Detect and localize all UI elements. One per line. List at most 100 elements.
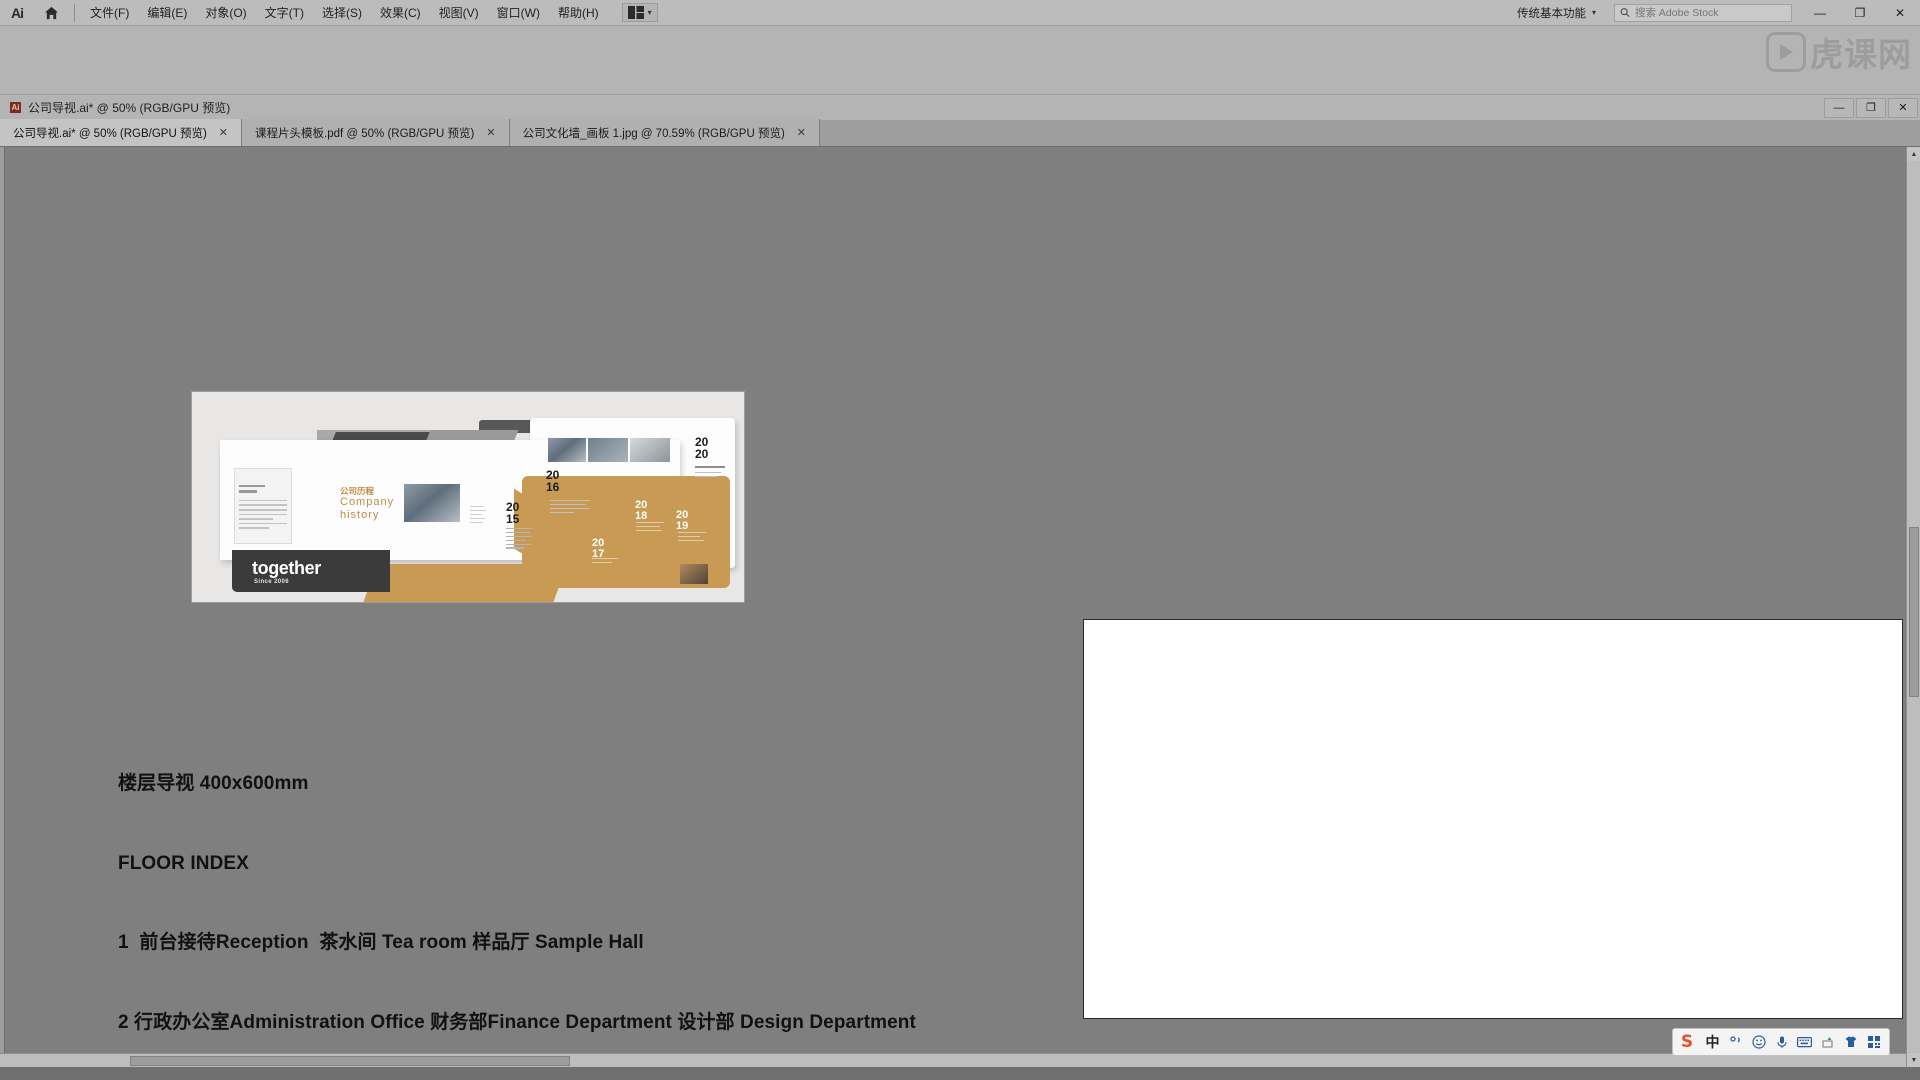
ime-language-mode-toggle[interactable]: 中: [1701, 1029, 1724, 1055]
menu-edit[interactable]: 编辑(E): [138, 2, 196, 24]
menu-type[interactable]: 文字(T): [256, 2, 313, 24]
skin-icon[interactable]: [1839, 1029, 1862, 1055]
artwork-intro-lines: [239, 485, 287, 532]
document-tab-strip: 公司导视.ai* @ 50% (RGB/GPU 预览) ✕ 课程片头模板.pdf…: [0, 119, 1920, 147]
document-restore-button[interactable]: ❐: [1856, 97, 1886, 118]
menu-list: 文件(F) 编辑(E) 对象(O) 文字(T) 选择(S) 效果(C) 视图(V…: [81, 2, 608, 24]
document-tab-gongsidaoshi[interactable]: 公司导视.ai* @ 50% (RGB/GPU 预览) ✕: [0, 119, 243, 146]
artwork-line: [506, 528, 532, 530]
toolbox-icon[interactable]: [1862, 1029, 1885, 1055]
adobe-stock-search[interactable]: [1614, 3, 1792, 22]
document-minimize-button[interactable]: —: [1824, 97, 1854, 118]
document-canvas[interactable]: 公司历程 Company history 20 15 20 16 20 20 2…: [0, 147, 1920, 1067]
text-block-floor-index: 楼层导视 400x600mm FLOOR INDEX 1 前台接待Recepti…: [118, 718, 916, 1067]
sogou-ime-toolbar[interactable]: S 中: [1672, 1028, 1890, 1056]
artwork-tick: [470, 521, 483, 523]
placed-artwork-company-culture-wall[interactable]: 公司历程 Company history 20 15 20 16 20 20 2…: [191, 391, 745, 603]
artwork-line: [678, 539, 704, 542]
app-minimize-button[interactable]: —: [1800, 0, 1840, 26]
emoji-icon[interactable]: [1747, 1029, 1770, 1055]
document-window-title-bar: Ai 公司导视.ai* @ 50% (RGB/GPU 预览) — ❐ ✕: [0, 94, 1920, 120]
document-close-button[interactable]: ✕: [1888, 97, 1918, 118]
app-window-controls: — ❐ ✕: [1800, 0, 1920, 26]
menu-view[interactable]: 视图(V): [430, 2, 488, 24]
chevron-down-icon: ▾: [1591, 8, 1596, 17]
artwork-heading-en-line2: history: [340, 509, 380, 521]
artwork-line: [506, 543, 531, 545]
menu-object[interactable]: 对象(O): [196, 2, 255, 24]
artwork-intro-card: [234, 468, 292, 544]
tab-label: 公司导视.ai* @ 50% (RGB/GPU 预览): [13, 127, 207, 140]
vertical-scrollbar-thumb[interactable]: [1909, 527, 1919, 697]
menu-file[interactable]: 文件(F): [81, 2, 138, 24]
artwork-line: [550, 503, 586, 506]
arrange-documents-button[interactable]: ▾: [621, 3, 658, 22]
play-triangle-icon: [1779, 44, 1793, 60]
artwork-line: [636, 522, 664, 524]
horizontal-scrollbar[interactable]: [0, 1053, 1906, 1067]
artwork-year-top: 20: [635, 499, 648, 511]
document-title: 公司导视.ai* @ 50% (RGB/GPU 预览): [28, 101, 231, 115]
voice-input-icon[interactable]: [1770, 1029, 1793, 1055]
artwork-year-bottom: 16: [546, 479, 560, 494]
artwork-line: [239, 522, 287, 525]
artwork-tick: [470, 509, 486, 512]
menu-window[interactable]: 窗口(W): [488, 2, 549, 24]
artwork-together-text: together: [252, 558, 321, 578]
watermark-text: 虎课网: [1810, 35, 1912, 74]
artwork-line: [239, 518, 273, 520]
app-close-button[interactable]: ✕: [1880, 0, 1920, 26]
illustrator-window: Ai 文件(F) 编辑(E) 对象(O) 文字(T) 选择(S) 效果(C) 视…: [0, 0, 1920, 1080]
menu-effect[interactable]: 效果(C): [371, 2, 430, 24]
tab-close-icon[interactable]: ✕: [219, 126, 228, 139]
watermark-play-logo-icon: [1766, 32, 1806, 72]
toolbar-empty-band: [0, 26, 1920, 94]
scroll-down-arrow-icon[interactable]: ▼: [1907, 1053, 1920, 1067]
canvas-text-content[interactable]: 楼层导视 400x600mm FLOOR INDEX 1 前台接待Recepti…: [118, 665, 916, 1067]
artwork-line: [592, 561, 612, 564]
artwork-text-lines-2020: [695, 466, 725, 480]
tab-close-icon[interactable]: ✕: [797, 126, 806, 139]
sogou-logo-icon[interactable]: S: [1673, 1029, 1701, 1055]
application-menu-bar: Ai 文件(F) 编辑(E) 对象(O) 文字(T) 选择(S) 效果(C) 视…: [0, 0, 1920, 26]
menu-help[interactable]: 帮助(H): [549, 2, 608, 24]
artwork-line: [239, 504, 287, 506]
punctuation-toggle-icon[interactable]: [1724, 1029, 1747, 1055]
artwork-tick: [470, 506, 484, 508]
artwork-text-lines-2018: [636, 522, 664, 534]
illustrator-logo-icon: Ai: [11, 4, 24, 21]
artwork-year-2020: 20 20: [695, 436, 708, 460]
text-line: 楼层导视 400x600mm: [118, 773, 309, 794]
vertical-scrollbar[interactable]: ▲ ▼: [1906, 147, 1920, 1067]
workspace-label: 传统基本功能: [1516, 7, 1586, 20]
artwork-line: [636, 529, 662, 532]
tab-close-icon[interactable]: ✕: [486, 126, 495, 139]
home-icon[interactable]: [34, 0, 68, 26]
artwork-line: [239, 527, 269, 529]
canvas-left-edge: [0, 147, 5, 1067]
document-tab-kechengpiantou[interactable]: 课程片头模板.pdf @ 50% (RGB/GPU 预览) ✕: [242, 119, 510, 146]
artwork-line: [695, 472, 721, 474]
menu-select[interactable]: 选择(S): [313, 2, 371, 24]
artwork-line: [239, 485, 265, 488]
artwork-photo-handshake: [404, 484, 460, 522]
artwork-year-top: 20: [676, 509, 689, 521]
artwork-line: [592, 558, 618, 560]
scroll-up-arrow-icon[interactable]: ▲: [1907, 147, 1920, 161]
workspace-switcher[interactable]: 传统基本功能 ▾: [1507, 5, 1606, 21]
document-tab-gongsiwenhuaqiang[interactable]: 公司文化墙_画板 1.jpg @ 70.59% (RGB/GPU 预览) ✕: [509, 119, 820, 146]
artwork-line: [678, 532, 706, 534]
artwork-photo-3: [630, 438, 670, 462]
horizontal-scrollbar-thumb[interactable]: [130, 1056, 570, 1066]
menu-divider: [74, 3, 75, 22]
artwork-line: [239, 490, 257, 493]
soft-keyboard-icon[interactable]: [1793, 1029, 1816, 1055]
artwork-since-text: Since 2006: [254, 579, 290, 585]
app-restore-button[interactable]: ❐: [1840, 0, 1880, 26]
artboard-upper[interactable]: [1083, 619, 1903, 1019]
input-method-tool-icon[interactable]: [1816, 1029, 1839, 1055]
artwork-text-lines-2015: [506, 528, 532, 551]
watermark: 虎课网: [1766, 28, 1912, 76]
search-input[interactable]: [1635, 6, 1786, 19]
artwork-timeline-ticks: [470, 506, 488, 525]
